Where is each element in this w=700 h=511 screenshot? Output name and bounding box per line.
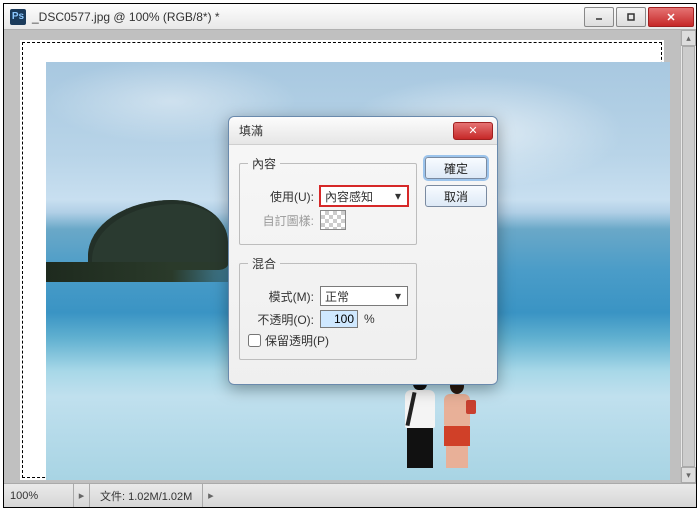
preserve-transparency-label: 保留透明(P) xyxy=(265,332,329,349)
ok-button[interactable]: 確定 xyxy=(425,157,487,179)
dialog-titlebar[interactable]: 填滿 ✕ xyxy=(229,117,497,145)
mode-row: 模式(M): 正常 ▾ xyxy=(248,286,408,306)
file-size-value: 1.02M/1.02M xyxy=(128,491,192,503)
opacity-input[interactable] xyxy=(320,310,358,328)
use-value: 內容感知 xyxy=(325,188,373,205)
fill-dialog: 填滿 ✕ 確定 取消 內容 使用(U): 內容感知 ▾ 自訂圖樣: 混合 xyxy=(228,116,498,385)
custom-pattern-label: 自訂圖樣: xyxy=(248,212,314,229)
preserve-transparency-row[interactable]: 保留透明(P) xyxy=(248,332,408,349)
dropdown-arrow-icon: ▾ xyxy=(391,189,405,203)
use-dropdown[interactable]: 內容感知 ▾ xyxy=(320,186,408,206)
custom-pattern-row: 自訂圖樣: xyxy=(248,210,408,230)
blend-group-label: 混合 xyxy=(248,255,280,272)
blend-group: 混合 模式(M): 正常 ▾ 不透明(O): % 保留透明(P) xyxy=(239,255,417,360)
shoreline xyxy=(46,262,256,282)
mode-label: 模式(M): xyxy=(248,288,314,305)
maximize-button[interactable] xyxy=(616,7,646,27)
preserve-transparency-checkbox[interactable] xyxy=(248,334,261,347)
status-menu-arrow-icon[interactable]: ▸ xyxy=(202,484,218,507)
dropdown-arrow-icon: ▾ xyxy=(391,289,405,303)
dialog-button-column: 確定 取消 xyxy=(425,157,487,207)
person-right xyxy=(440,378,474,470)
close-button[interactable] xyxy=(648,7,694,27)
window-buttons xyxy=(582,7,694,27)
app-icon: Ps xyxy=(10,9,26,25)
content-group: 內容 使用(U): 內容感知 ▾ 自訂圖樣: xyxy=(239,155,417,245)
document-title: _DSC0577.jpg @ 100% (RGB/8*) * xyxy=(32,10,582,24)
dialog-body: 確定 取消 內容 使用(U): 內容感知 ▾ 自訂圖樣: 混合 模式(M): xyxy=(229,145,497,384)
opacity-row: 不透明(O): % xyxy=(248,310,408,328)
minimize-button[interactable] xyxy=(584,7,614,27)
file-size-label: 文件: xyxy=(100,491,125,503)
pattern-swatch xyxy=(320,210,346,230)
scroll-up-button[interactable]: ▴ xyxy=(681,30,696,46)
vertical-scrollbar[interactable]: ▴ ▾ xyxy=(680,30,696,483)
document-titlebar: Ps _DSC0577.jpg @ 100% (RGB/8*) * xyxy=(4,4,696,30)
file-size-info: 文件: 1.02M/1.02M xyxy=(90,488,202,504)
scroll-thumb[interactable] xyxy=(682,46,695,467)
opacity-label: 不透明(O): xyxy=(248,311,314,328)
cancel-button[interactable]: 取消 xyxy=(425,185,487,207)
use-row: 使用(U): 內容感知 ▾ xyxy=(248,186,408,206)
person-left xyxy=(402,374,438,470)
mode-dropdown[interactable]: 正常 ▾ xyxy=(320,286,408,306)
rock-formation xyxy=(88,200,228,270)
use-label: 使用(U): xyxy=(248,188,314,205)
dialog-title: 填滿 xyxy=(239,122,453,139)
mode-value: 正常 xyxy=(325,288,349,305)
dialog-close-button[interactable]: ✕ xyxy=(453,122,493,140)
zoom-level[interactable]: 100% xyxy=(4,484,74,507)
scroll-down-button[interactable]: ▾ xyxy=(681,467,696,483)
status-bar: 100% ▸ 文件: 1.02M/1.02M ▸ xyxy=(4,483,696,507)
opacity-unit: % xyxy=(364,312,375,326)
content-group-label: 內容 xyxy=(248,155,280,172)
zoom-menu-arrow-icon[interactable]: ▸ xyxy=(74,484,90,507)
